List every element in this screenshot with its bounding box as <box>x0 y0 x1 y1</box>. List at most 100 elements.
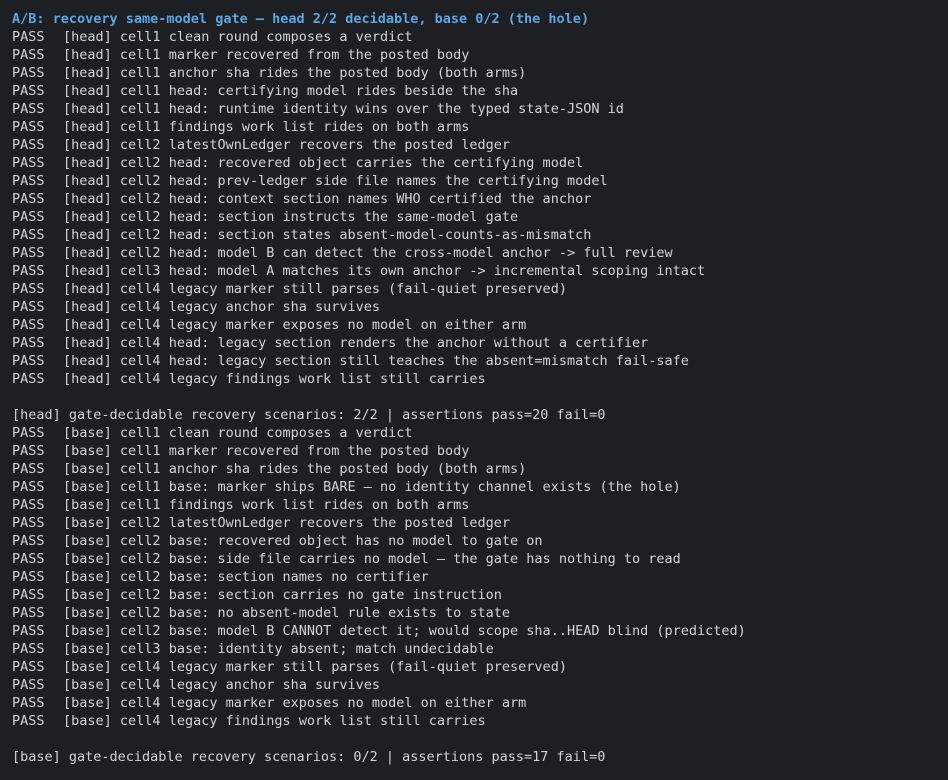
arm-tag: [base] <box>63 533 112 549</box>
pass-status: PASS <box>12 605 45 621</box>
arm-tag: [base] <box>63 587 112 603</box>
pass-status: PASS <box>12 497 45 513</box>
result-line: PASS [base] cell4 legacy marker exposes n… <box>12 694 936 712</box>
assertion-message: cell2 base: recovered object has no mode… <box>119 533 543 549</box>
arm-tag: [base] <box>63 551 112 567</box>
pass-status: PASS <box>12 461 45 477</box>
pass-status: PASS <box>12 281 45 297</box>
pass-status: PASS <box>12 317 45 333</box>
assertion-message: cell2 head: section states absent-model-… <box>119 227 592 243</box>
assertion-message: cell2 base: model B CANNOT detect it; wo… <box>119 623 746 639</box>
arm-tag: [head] <box>63 119 112 135</box>
assertion-message: cell2 head: prev-ledger side file names … <box>119 173 608 189</box>
result-line: PASS [base] cell1 base: marker ships BARE… <box>12 478 936 496</box>
arm-tag: [head] <box>63 137 112 153</box>
arm-tag: [head] <box>63 371 112 387</box>
arm-tag: [head] <box>63 281 112 297</box>
result-line: PASS [head] cell4 legacy marker still par… <box>12 280 936 298</box>
arm-tag: [base] <box>63 479 112 495</box>
result-line: PASS [head] cell4 legacy anchor sha survi… <box>12 298 936 316</box>
assertion-message: cell4 legacy anchor sha survives <box>119 677 381 693</box>
result-line: PASS [base] cell1 clean round composes a … <box>12 424 936 442</box>
pass-status: PASS <box>12 29 45 45</box>
arm-tag: [base] <box>63 515 112 531</box>
assertion-message: cell2 head: model B can detect the cross… <box>119 245 673 261</box>
assertion-message: cell2 latestOwnLedger recovers the poste… <box>119 137 511 153</box>
assertion-message: cell1 clean round composes a verdict <box>119 29 413 45</box>
result-line: PASS [base] cell4 legacy findings work li… <box>12 712 936 730</box>
assertion-message: cell4 legacy marker exposes no model on … <box>119 317 527 333</box>
pass-status: PASS <box>12 569 45 585</box>
pass-status: PASS <box>12 713 45 729</box>
result-line: PASS [base] cell2 latestOwnLedger recover… <box>12 514 936 532</box>
assertion-message: cell4 head: legacy section renders the a… <box>119 335 649 351</box>
result-line: PASS [base] cell1 findings work list ride… <box>12 496 936 514</box>
result-line: PASS [head] cell1 marker recovered from t… <box>12 46 936 64</box>
result-line: PASS [head] cell4 head: legacy section st… <box>12 352 936 370</box>
assertion-message: cell2 head: section instructs the same-m… <box>119 209 519 225</box>
pass-status: PASS <box>12 587 45 603</box>
result-line: PASS [head] cell2 latestOwnLedger recover… <box>12 136 936 154</box>
pass-status: PASS <box>12 515 45 531</box>
result-line: PASS [head] cell4 legacy marker exposes n… <box>12 316 936 334</box>
result-line: PASS [base] cell2 base: recovered object … <box>12 532 936 550</box>
result-line: PASS [head] cell3 head: model A matches i… <box>12 262 936 280</box>
pass-status: PASS <box>12 641 45 657</box>
pass-status: PASS <box>12 119 45 135</box>
assertion-message: cell4 legacy anchor sha survives <box>119 299 381 315</box>
pass-status: PASS <box>12 263 45 279</box>
result-line: PASS [head] cell1 findings work list ride… <box>12 118 936 136</box>
result-line: PASS [head] cell2 head: section states ab… <box>12 226 936 244</box>
result-line: PASS [head] cell4 head: legacy section re… <box>12 334 936 352</box>
assertion-message: cell1 findings work list rides on both a… <box>119 497 470 513</box>
result-line: PASS [head] cell1 head: certifying model … <box>12 82 936 100</box>
result-line: PASS [base] cell2 base: section carries n… <box>12 586 936 604</box>
arm-tag: [base] <box>63 461 112 477</box>
pass-status: PASS <box>12 623 45 639</box>
assertion-message: cell2 base: section carries no gate inst… <box>119 587 502 603</box>
head-summary: [head] gate-decidable recovery scenarios… <box>12 407 606 423</box>
base-results: PASS [base] cell1 clean round composes a … <box>12 424 936 730</box>
assertion-message: cell1 base: marker ships BARE — no ident… <box>119 479 681 495</box>
pass-status: PASS <box>12 479 45 495</box>
pass-status: PASS <box>12 137 45 153</box>
arm-tag: [head] <box>63 227 112 243</box>
arm-tag: [head] <box>63 299 112 315</box>
result-line: PASS [head] cell2 head: model B can detec… <box>12 244 936 262</box>
pass-status: PASS <box>12 155 45 171</box>
assertion-message: cell2 latestOwnLedger recovers the poste… <box>119 515 511 531</box>
pass-status: PASS <box>12 65 45 81</box>
pass-status: PASS <box>12 353 45 369</box>
pass-status: PASS <box>12 551 45 567</box>
assertion-message: cell4 legacy marker still parses (fail-q… <box>119 659 567 675</box>
assertion-message: cell1 findings work list rides on both a… <box>119 119 470 135</box>
assertion-message: cell4 legacy marker exposes no model on … <box>119 695 527 711</box>
arm-tag: [head] <box>63 353 112 369</box>
arm-tag: [head] <box>63 335 112 351</box>
pass-status: PASS <box>12 677 45 693</box>
base-summary: [base] gate-decidable recovery scenarios… <box>12 749 606 765</box>
result-line: PASS [base] cell2 base: section names no … <box>12 568 936 586</box>
result-line: PASS [head] cell2 head: recovered object … <box>12 154 936 172</box>
arm-tag: [head] <box>63 191 112 207</box>
assertion-message: cell2 base: no absent-model rule exists … <box>119 605 511 621</box>
pass-status: PASS <box>12 191 45 207</box>
result-line: PASS [head] cell1 anchor sha rides the po… <box>12 64 936 82</box>
result-line: PASS [base] cell4 legacy marker still par… <box>12 658 936 676</box>
assertion-message: cell2 base: side file carries no model —… <box>119 551 681 567</box>
assertion-message: cell1 marker recovered from the posted b… <box>119 443 470 459</box>
assertion-message: cell1 clean round composes a verdict <box>119 425 413 441</box>
pass-status: PASS <box>12 47 45 63</box>
pass-status: PASS <box>12 695 45 711</box>
result-line: PASS [base] cell2 base: model B CANNOT de… <box>12 622 936 640</box>
result-line: PASS [base] cell2 base: no absent-model r… <box>12 604 936 622</box>
assertion-message: cell1 head: certifying model rides besid… <box>119 83 519 99</box>
arm-tag: [base] <box>63 695 112 711</box>
result-line: PASS [head] cell2 head: prev-ledger side … <box>12 172 936 190</box>
assertion-message: cell1 anchor sha rides the posted body (… <box>119 65 527 81</box>
pass-status: PASS <box>12 227 45 243</box>
arm-tag: [base] <box>63 713 112 729</box>
arm-tag: [head] <box>63 83 112 99</box>
arm-tag: [head] <box>63 65 112 81</box>
pass-status: PASS <box>12 299 45 315</box>
